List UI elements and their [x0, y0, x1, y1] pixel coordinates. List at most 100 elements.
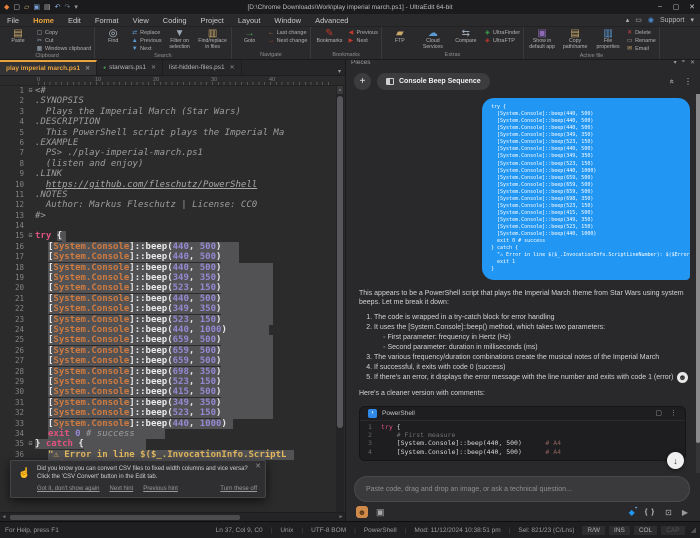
new-chat-button[interactable]: +: [354, 73, 371, 90]
editor-line[interactable]: 27[System.Console]::beep(659, 500): [0, 356, 345, 366]
editor-line[interactable]: 22[System.Console]::beep(349, 350): [0, 304, 345, 314]
close-button[interactable]: ✕: [684, 3, 700, 11]
file-tab-list-hidden-files-ps1[interactable]: list-hidden-files.ps1✕: [163, 60, 242, 75]
menu-item-coding[interactable]: Coding: [156, 16, 194, 25]
file-tab-starwars-ps1[interactable]: ●starwars.ps1✕: [97, 60, 163, 75]
ribbon-button-ftp[interactable]: ▰FTP: [385, 28, 415, 45]
ribbon-button-rename[interactable]: ▭Rename: [626, 37, 656, 44]
editor-line[interactable]: 28[System.Console]::beep(698, 350): [0, 367, 345, 377]
customize-toolbar-caret-icon[interactable]: ▾: [74, 4, 78, 11]
editor-line[interactable]: 30[System.Console]::beep(415, 500): [0, 387, 345, 397]
menu-item-edit[interactable]: Edit: [61, 16, 88, 25]
collapse-ribbon-icon[interactable]: ▴: [626, 16, 630, 24]
close-tab-icon[interactable]: ✕: [151, 64, 156, 71]
editor-vscroll-thumb[interactable]: [337, 96, 343, 428]
new-file-icon[interactable]: ▢: [13, 4, 20, 11]
status-flag-cap[interactable]: CAP: [661, 526, 684, 535]
editor-line[interactable]: 1⊟<#: [0, 86, 345, 96]
panel-pin-icon[interactable]: ⌖: [682, 59, 685, 66]
hint-link-previous-hint[interactable]: Previous hint: [143, 486, 178, 492]
status-flag-r-w[interactable]: R/W: [582, 526, 605, 535]
panel-menu-caret-icon[interactable]: ▾: [674, 59, 677, 66]
code-editor[interactable]: 1⊟<#2.SYNOPSIS3 Plays the Imperial March…: [0, 86, 345, 512]
menu-item-view[interactable]: View: [126, 16, 156, 25]
editor-line[interactable]: 11.NOTES: [0, 190, 345, 200]
editor-line[interactable]: 2.SYNOPSIS: [0, 96, 345, 106]
menu-item-format[interactable]: Format: [88, 16, 126, 25]
editor-line[interactable]: 20[System.Console]::beep(523, 150): [0, 283, 345, 293]
insert-code-icon[interactable]: { }: [645, 509, 655, 516]
ribbon-button-next-change[interactable]: →Next change: [268, 37, 308, 44]
status-flag-ins[interactable]: INS: [609, 526, 630, 535]
ribbon-button-show-in-default-app[interactable]: ▣Show in default app: [527, 28, 557, 51]
close-tab-icon[interactable]: ✕: [230, 64, 235, 71]
status-item[interactable]: Unix: [276, 527, 297, 534]
ribbon-button-paste[interactable]: ▤Paste: [3, 28, 33, 45]
panel-close-icon[interactable]: ✕: [690, 59, 695, 66]
scroll-to-bottom-button[interactable]: ↓: [667, 452, 684, 469]
editor-line[interactable]: 15⊟try {: [0, 231, 345, 241]
fold-marker-icon[interactable]: ⊟: [26, 86, 35, 96]
ribbon-button-next[interactable]: ▶Next: [347, 37, 377, 44]
menu-item-home[interactable]: Home: [26, 16, 61, 25]
ribbon-button-find-replace-in-files[interactable]: ▥Find/replace in files: [198, 28, 228, 51]
fold-marker-icon[interactable]: ⊟: [26, 231, 35, 241]
editor-line[interactable]: 31[System.Console]::beep(349, 350): [0, 398, 345, 408]
ribbon-button-previous[interactable]: ◀Previous: [347, 29, 377, 36]
ribbon-button-cloud-services[interactable]: ☁Cloud Services: [418, 28, 448, 51]
conversation-tab[interactable]: Console Beep Sequence: [377, 73, 490, 90]
open-file-icon[interactable]: ▱: [24, 4, 29, 11]
editor-line[interactable]: 29[System.Console]::beep(523, 150): [0, 377, 345, 387]
ribbon-button-cut[interactable]: ✂Cut: [36, 37, 91, 44]
editor-horizontal-scrollbar[interactable]: ◄ ►: [0, 512, 345, 521]
editor-line[interactable]: 19[System.Console]::beep(349, 350): [0, 273, 345, 283]
support-menu[interactable]: Support: [660, 17, 685, 24]
hint-close-icon[interactable]: ✕: [255, 462, 261, 470]
help-icon[interactable]: ◉: [648, 16, 654, 24]
editor-line[interactable]: 7 PS> ./play-imperial-march.ps1: [0, 148, 345, 158]
ribbon-button-file-properties[interactable]: ▥File properties: [593, 28, 623, 51]
chat-scroll-thumb[interactable]: [696, 94, 700, 443]
editor-line[interactable]: 3 Plays the Imperial March (Star Wars): [0, 107, 345, 117]
ribbon-button-windows-clipboard[interactable]: ▦Windows clipboard: [36, 45, 91, 52]
ribbon-button-filter-on-selection[interactable]: ▼Filter on selection: [165, 28, 195, 51]
ribbon-button-next[interactable]: ▼Next: [131, 45, 161, 52]
editor-vertical-scrollbar[interactable]: ▴: [336, 86, 344, 512]
collapse-chat-icon[interactable]: «: [667, 79, 676, 83]
editor-line[interactable]: 13#>: [0, 211, 345, 221]
editor-line[interactable]: 26[System.Console]::beep(659, 500): [0, 346, 345, 356]
attach-image-icon[interactable]: ▣: [376, 507, 385, 518]
ribbon-button-ultraftp[interactable]: ◈UltraFTP: [484, 37, 520, 44]
status-item[interactable]: Ln 37, Col 9, C0: [212, 527, 267, 534]
status-flag-col[interactable]: COL: [634, 526, 657, 535]
ribbon-button-replace[interactable]: ⇄Replace: [131, 29, 161, 36]
editor-line[interactable]: 35⊟} catch {: [0, 439, 345, 449]
copy-code-icon[interactable]: ▢: [655, 409, 662, 417]
editor-line[interactable]: 12 Author: Markus Fleschutz | License: C…: [0, 200, 345, 210]
chat-scrollbar[interactable]: [696, 94, 700, 473]
ribbon-button-find[interactable]: ◎Find: [98, 28, 128, 45]
editor-line[interactable]: 17[System.Console]::beep(440, 500): [0, 252, 345, 262]
fold-marker-icon[interactable]: ⊟: [26, 439, 35, 449]
editor-line[interactable]: 14: [0, 221, 345, 231]
menu-item-layout[interactable]: Layout: [231, 16, 268, 25]
ribbon-button-compare[interactable]: ⇆Compare: [451, 28, 481, 45]
hint-link-got-it-don-t-show-again[interactable]: Got it, don't show again: [37, 486, 100, 492]
editor-line[interactable]: 21[System.Console]::beep(440, 500): [0, 294, 345, 304]
hint-link-next-hint[interactable]: Next hint: [110, 486, 134, 492]
editor-line[interactable]: 10 https://github.com/fleschutz/PowerShe…: [0, 180, 345, 190]
status-item[interactable]: PowerShell: [360, 527, 401, 534]
menu-item-advanced[interactable]: Advanced: [308, 16, 355, 25]
editor-line[interactable]: 9.LINK: [0, 169, 345, 179]
layout-mode-icon[interactable]: ▭: [635, 16, 642, 24]
editor-line[interactable]: 4.DESCRIPTION: [0, 117, 345, 127]
editor-line[interactable]: 32[System.Console]::beep(523, 150): [0, 408, 345, 418]
editor-line[interactable]: 23[System.Console]::beep(523, 150): [0, 315, 345, 325]
status-item[interactable]: Sel: 821/23 (C/Lns): [514, 527, 578, 534]
editor-line[interactable]: 36"⚠ Error in line $($_.InvocationInfo.S…: [0, 450, 345, 460]
menu-item-file[interactable]: File: [0, 16, 26, 25]
ribbon-button-email[interactable]: ✉Email: [626, 45, 656, 52]
menu-item-project[interactable]: Project: [194, 16, 231, 25]
editor-hscroll-thumb[interactable]: [10, 515, 240, 520]
hint-link-turn-these-off[interactable]: Turn these off: [220, 486, 257, 492]
